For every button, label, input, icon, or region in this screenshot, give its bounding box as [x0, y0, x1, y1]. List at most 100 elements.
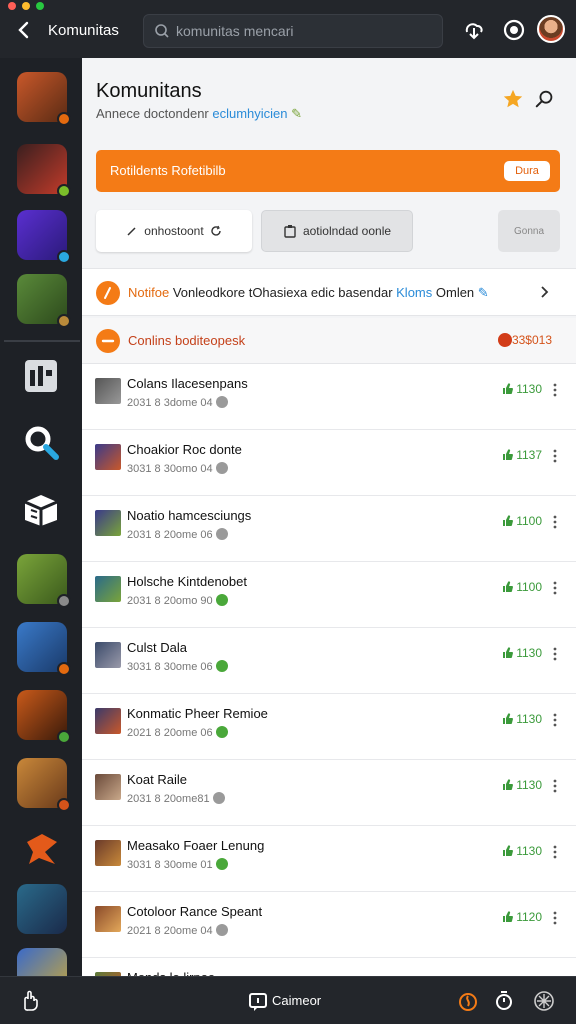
status-badge	[57, 112, 71, 126]
list-item[interactable]: Holsche Kintdenobet 2031 8 20omo 90 1100	[82, 562, 576, 628]
status-dot	[212, 792, 225, 804]
post-title: Holsche Kintdenobet	[127, 574, 247, 589]
chevron-right-icon[interactable]	[537, 285, 551, 299]
flame-icon	[498, 333, 512, 347]
list-item[interactable]: Colans Ilacesenpans 2031 8 3dome 04 1130	[82, 364, 576, 430]
tab-secondary[interactable]: aotiolndad oonle	[261, 210, 413, 252]
like-count[interactable]: 1130	[502, 646, 542, 660]
status-dot	[215, 594, 228, 606]
list-item[interactable]: Measako Foaer Lenung 3031 8 30ome 01 1130	[82, 826, 576, 892]
status-badge	[57, 798, 71, 812]
sidebar-game-4[interactable]	[17, 274, 71, 328]
post-meta: 2021 8 20ome 06	[127, 726, 228, 739]
search-input[interactable]	[176, 21, 426, 41]
status-badge	[57, 662, 71, 676]
chat-icon[interactable]	[246, 989, 270, 1013]
sidebar-game-8[interactable]	[17, 758, 71, 812]
sidebar-game-3[interactable]	[17, 210, 71, 264]
list-item[interactable]: Koat Raile 2031 8 20ome81 1130	[82, 760, 576, 826]
status-dot	[215, 462, 228, 474]
sidebar-game-5[interactable]	[17, 554, 71, 608]
feed-icon	[96, 329, 120, 353]
zoom-window-button[interactable]	[36, 2, 44, 10]
post-meta: 2031 8 20ome 06	[127, 528, 228, 541]
settings-icon[interactable]	[532, 989, 556, 1013]
list-header: Conlins boditeopesk 33$013	[82, 318, 576, 364]
clipboard-icon	[284, 225, 296, 238]
sidebar	[0, 58, 82, 998]
sidebar-game-6[interactable]	[17, 622, 71, 676]
thumbnail	[95, 774, 121, 800]
sidebar-game-10[interactable]	[17, 884, 67, 934]
like-count[interactable]: 1100	[502, 514, 542, 528]
notification-text: Notifoe Vonleodkore tOhasiexa edic basen…	[128, 285, 489, 300]
edit-icon: ✎	[477, 285, 489, 300]
magnifier-icon[interactable]	[21, 422, 61, 462]
like-count[interactable]: 1130	[502, 844, 542, 858]
clock-icon[interactable]	[492, 989, 516, 1013]
list-item[interactable]: Cotoloor Rance Speant 2021 8 20ome 04 1120	[82, 892, 576, 958]
tab-primary-label: onhostoont	[144, 224, 204, 238]
search-icon[interactable]	[534, 88, 556, 110]
bottom-bar: Caimeor	[0, 976, 576, 1024]
close-window-button[interactable]	[8, 2, 16, 10]
thumbnail	[95, 378, 121, 404]
like-count[interactable]: 1120	[502, 910, 542, 924]
notification-row[interactable]: Notifoe Vonleodkore tOhasiexa edic basen…	[82, 268, 576, 316]
list-item[interactable]: Noatio hamcesciungs 2031 8 20ome 06 1100	[82, 496, 576, 562]
sidebar-game-9[interactable]	[17, 824, 67, 874]
thumbs-up-icon	[503, 449, 514, 460]
refresh-icon	[211, 225, 221, 236]
like-count[interactable]: 1100	[502, 580, 542, 594]
hand-icon[interactable]	[18, 989, 42, 1013]
list-item[interactable]: Choakior Roc donte 3031 8 30omo 04 1137	[82, 430, 576, 496]
tab-tertiary[interactable]: Gonna	[498, 210, 560, 252]
more-icon[interactable]	[548, 646, 562, 662]
list-item[interactable]: Konmatic Pheer Remioe 2021 8 20ome 06 1130	[82, 694, 576, 760]
grid-icon[interactable]	[21, 356, 61, 396]
top-bar: Komunitas	[0, 0, 576, 58]
more-icon[interactable]	[548, 382, 562, 398]
thumbnail	[95, 444, 121, 470]
sidebar-game-7[interactable]	[17, 690, 71, 744]
promo-button[interactable]: Dura	[504, 161, 550, 181]
box-icon[interactable]	[21, 490, 61, 530]
more-icon[interactable]	[548, 448, 562, 464]
back-icon[interactable]	[14, 20, 34, 40]
sidebar-game-1[interactable]	[17, 72, 71, 126]
thumbs-up-icon	[503, 647, 514, 658]
more-icon[interactable]	[548, 844, 562, 860]
like-count[interactable]: 1130	[502, 382, 542, 396]
post-title: Konmatic Pheer Remioe	[127, 706, 268, 721]
sidebar-game-2[interactable]	[17, 144, 71, 198]
list-item[interactable]: Culst Dala 3031 8 30ome 06 1130	[82, 628, 576, 694]
record-icon[interactable]	[502, 18, 526, 42]
bottom-label: Caimeor	[272, 993, 322, 1008]
upload-icon[interactable]	[462, 18, 486, 42]
tab-primary[interactable]: onhostoont	[96, 210, 252, 252]
star-icon[interactable]	[502, 88, 524, 110]
like-count[interactable]: 1137	[502, 448, 542, 462]
more-icon[interactable]	[548, 514, 562, 530]
post-meta: 2031 8 20ome81	[127, 792, 225, 805]
search-box[interactable]	[143, 14, 443, 48]
thumbs-up-icon	[503, 581, 514, 592]
more-icon[interactable]	[548, 910, 562, 926]
window-controls	[8, 2, 44, 10]
like-count[interactable]: 1130	[502, 778, 542, 792]
like-count[interactable]: 1130	[502, 712, 542, 726]
post-title: Noatio hamcesciungs	[127, 508, 252, 523]
minimize-window-button[interactable]	[22, 2, 30, 10]
more-icon[interactable]	[548, 778, 562, 794]
post-meta: 2021 8 20ome 04	[127, 924, 228, 937]
thumbs-up-icon	[503, 383, 514, 394]
status-badge	[57, 250, 71, 264]
avatar[interactable]	[537, 15, 565, 43]
more-icon[interactable]	[548, 580, 562, 596]
thumbs-up-icon	[503, 845, 514, 856]
more-icon[interactable]	[548, 712, 562, 728]
pencil-icon	[127, 227, 136, 236]
thumbs-up-icon	[503, 911, 514, 922]
fire-icon[interactable]	[456, 989, 480, 1013]
post-meta: 3031 8 30omo 04	[127, 462, 228, 475]
